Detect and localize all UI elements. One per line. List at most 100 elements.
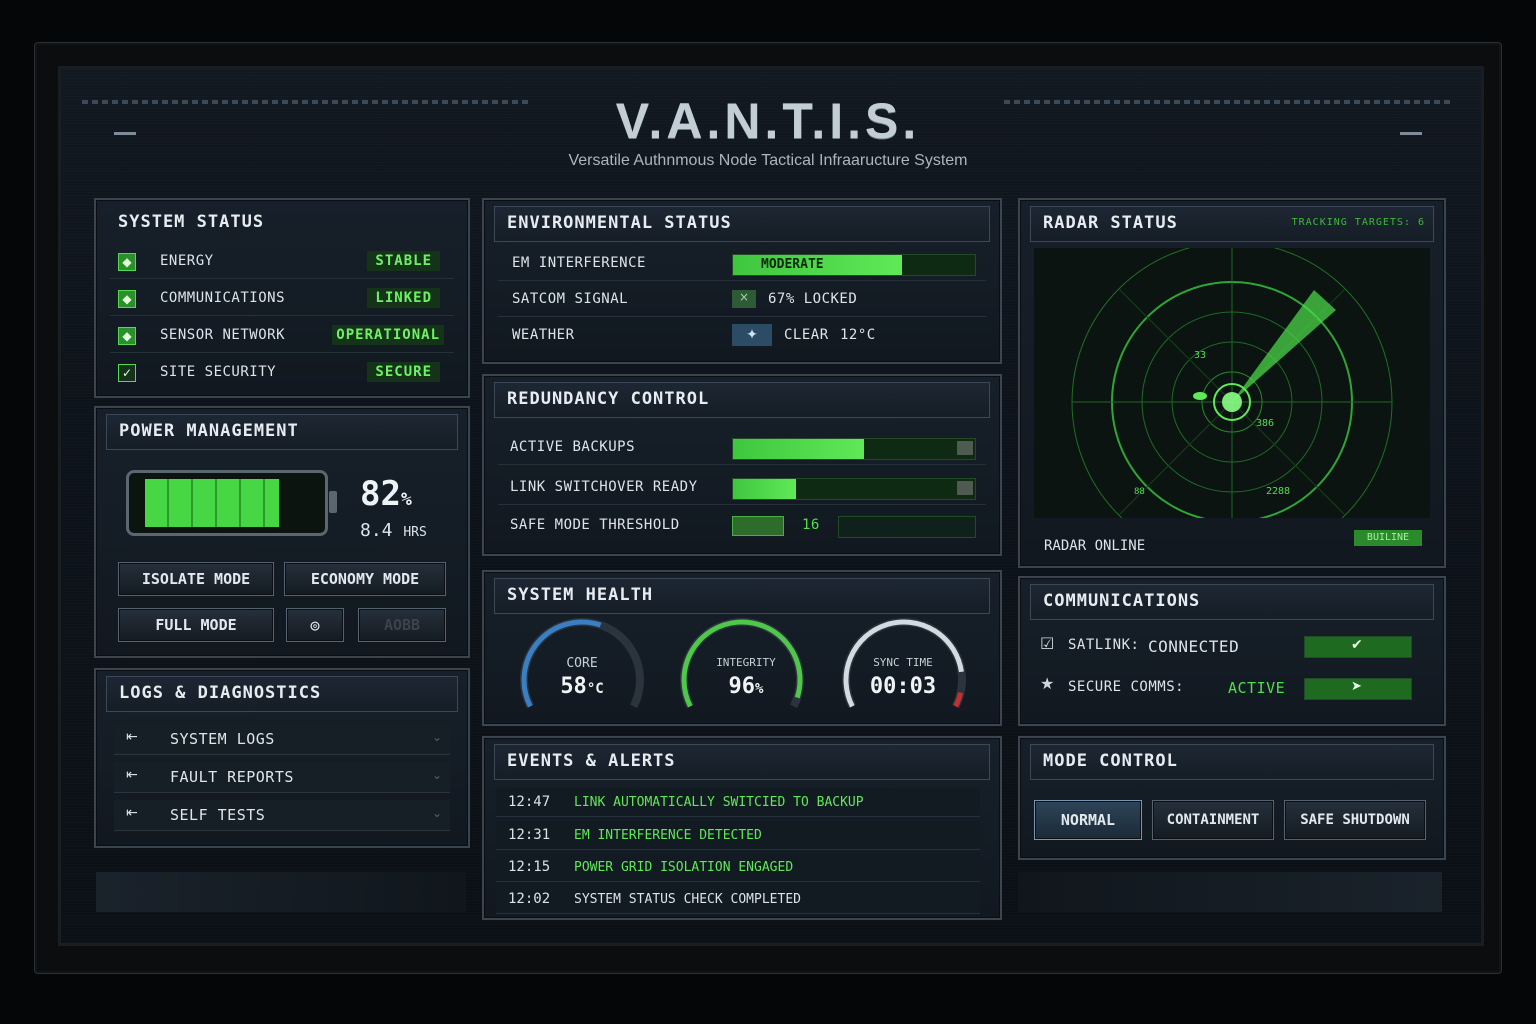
event-message: EM INTERFERENCE DETECTED — [574, 828, 762, 843]
event-row[interactable]: 12:15 POWER GRID ISOLATION ENGAGED — [496, 853, 980, 882]
event-row[interactable]: 12:02 SYSTEM STATUS CHECK COMPLETED — [496, 885, 980, 914]
radar-online-badge: BUILINE — [1354, 530, 1422, 546]
event-message: POWER GRID ISOLATION ENGAGED — [574, 860, 794, 875]
redundancy-label: ACTIVE BACKUPS — [510, 439, 636, 455]
event-row[interactable]: 12:47 LINK AUTOMATICALLY SWITCIED TO BACK… — [496, 788, 980, 817]
log-item-label: FAULT REPORTS — [170, 768, 294, 786]
safe-mode-threshold-bar — [838, 516, 976, 538]
status-row-communications: ◆ COMMUNICATIONS LINKED — [110, 283, 454, 316]
status-label: ENERGY — [160, 253, 214, 269]
log-enter-icon: ⇤ — [126, 767, 138, 783]
status-row-site-security: ✓ SITE SECURITY SECURE — [110, 357, 454, 389]
full-mode-button[interactable]: FULL MODE — [118, 608, 274, 642]
normal-mode-button[interactable]: NORMAL — [1034, 800, 1142, 840]
header: V.A.N.T.I.S. Versatile Authnmous Node Ta… — [78, 86, 1458, 178]
safe-mode-dropdown[interactable] — [732, 516, 784, 536]
panel-title: REDUNDANCY CONTROL — [507, 389, 710, 409]
radar-status-panel: RADAR STATUS TRACKING TARGETS: 6 33 386 … — [1018, 198, 1446, 568]
bottom-decor-right — [1018, 872, 1442, 912]
gauge-label-integrity: INTEGRITY — [716, 656, 776, 669]
secure-comms-label: SECURE COMMS: — [1068, 679, 1185, 695]
radar-scope: 33 386 2288 88 — [1034, 248, 1430, 518]
panel-title: SYSTEM HEALTH — [507, 585, 654, 605]
redundancy-row-safe-mode: SAFE MODE THRESHOLD 16 — [498, 510, 986, 542]
log-enter-icon: ⇤ — [126, 805, 138, 821]
status-badge: STABLE — [367, 251, 440, 271]
safe-mode-threshold-value: 16 — [802, 517, 820, 533]
status-label: SITE SECURITY — [160, 364, 277, 380]
panel-title: MODE CONTROL — [1043, 751, 1178, 771]
gauge-value-core: 58°C — [560, 674, 604, 699]
check-icon: ✔ — [1351, 637, 1363, 653]
containment-mode-button[interactable]: CONTAINMENT — [1152, 800, 1274, 840]
environmental-status-panel: ENVIRONMENTAL STATUS EM INTERFERENCE MOD… — [482, 198, 1002, 364]
bottom-decor-left — [96, 872, 466, 912]
status-row-sensor-network: ◆ SENSOR NETWORK OPERATIONAL — [110, 320, 454, 353]
weather-value: CLEAR — [784, 327, 829, 343]
svg-text:33: 33 — [1194, 350, 1206, 361]
log-item-label: SYSTEM LOGS — [170, 730, 275, 748]
panel-title: EVENTS & ALERTS — [507, 751, 676, 771]
env-row-satcom: SATCOM SIGNAL × 67% LOCKED — [498, 284, 986, 317]
secure-comms-value: ACTIVE — [1228, 679, 1286, 697]
log-enter-icon: ⇤ — [126, 729, 138, 745]
svg-text:2288: 2288 — [1266, 486, 1290, 497]
isolate-mode-button[interactable]: ISOLATE MODE — [118, 562, 274, 596]
log-item-system-logs[interactable]: ⇤ SYSTEM LOGS ⌄ — [114, 724, 450, 755]
active-backups-bar[interactable] — [732, 438, 976, 460]
app-title: V.A.N.T.I.S. — [615, 93, 921, 149]
event-row[interactable]: 12:31 EM INTERFERENCE DETECTED — [496, 821, 980, 850]
svg-text:386: 386 — [1256, 418, 1274, 429]
panel-title: RADAR STATUS — [1043, 213, 1178, 233]
system-health-panel: SYSTEM HEALTH CORE 58°C INTEGRITY 96% SY… — [482, 570, 1002, 726]
system-status-panel: SYSTEM STATUS ◆ ENERGY STABLE ◆ COMMUNIC… — [94, 198, 470, 398]
chevron-down-icon: ⌄ — [431, 768, 442, 782]
panel-title: LOGS & DIAGNOSTICS — [119, 683, 322, 703]
economy-mode-button[interactable]: ECONOMY MODE — [284, 562, 446, 596]
event-time: 12:02 — [508, 891, 551, 907]
status-row-energy: ◆ ENERGY STABLE — [110, 246, 454, 279]
event-message: LINK AUTOMATICALLY SWITCIED TO BACKUP — [574, 795, 864, 810]
secure-comms-row: ★ SECURE COMMS: ACTIVE ➤ — [1034, 672, 1430, 704]
power-toggle-button[interactable]: ◎ — [286, 608, 344, 642]
battery-percent: 82% — [360, 474, 412, 514]
events-alerts-panel: EVENTS & ALERTS 12:47 LINK AUTOMATICALLY … — [482, 736, 1002, 920]
star-icon: ★ — [1040, 674, 1055, 693]
gauge-label-sync-time: SYNC TIME — [873, 656, 933, 669]
satcom-value: 67% LOCKED — [768, 291, 858, 307]
chevron-down-icon: ⌄ — [431, 730, 442, 744]
disabled-mode-button[interactable]: AOBB — [358, 608, 446, 642]
satlink-row: ☑ SATLINK: CONNECTED ✔ — [1034, 630, 1430, 662]
battery-icon — [126, 470, 337, 536]
env-label: SATCOM SIGNAL — [512, 291, 629, 307]
satcom-x-icon: × — [732, 290, 756, 308]
satlink-label: SATLINK: — [1068, 637, 1140, 653]
em-interference-value: MODERATE — [761, 257, 824, 272]
env-label: WEATHER — [512, 327, 575, 343]
satlink-indicator: ✔ — [1304, 636, 1412, 658]
log-item-fault-reports[interactable]: ⇤ FAULT REPORTS ⌄ — [114, 762, 450, 793]
gauge-value-sync-time: 00:03 — [869, 674, 937, 699]
diamond-check-icon: ◆ — [118, 327, 136, 345]
redundancy-row-link-switchover: LINK SWITCHOVER READY — [498, 472, 986, 505]
redundancy-label: LINK SWITCHOVER READY — [510, 479, 698, 495]
panel-title: SYSTEM STATUS — [118, 212, 265, 232]
svg-text:88: 88 — [1134, 487, 1145, 497]
link-switchover-bar[interactable] — [732, 478, 976, 500]
tracking-targets: TRACKING TARGETS: 6 — [1291, 217, 1425, 228]
gauge-value-integrity: 96% — [728, 674, 764, 699]
env-row-weather: WEATHER ✦ CLEAR 12°C — [498, 320, 986, 352]
power-ring-icon: ◎ — [310, 616, 320, 634]
status-label: COMMUNICATIONS — [160, 290, 286, 306]
log-item-self-tests[interactable]: ⇤ SELF TESTS ⌄ — [114, 800, 450, 831]
redundancy-control-panel: REDUNDANCY CONTROL ACTIVE BACKUPS LINK S… — [482, 374, 1002, 556]
app-subtitle: Versatile Authnmous Node Tactical Infraa… — [568, 152, 968, 169]
radar-online-label: RADAR ONLINE — [1044, 538, 1146, 554]
safe-shutdown-button[interactable]: SAFE SHUTDOWN — [1284, 800, 1426, 840]
weather-temp: 12°C — [840, 327, 876, 343]
weather-sparkle-icon: ✦ — [732, 324, 772, 346]
env-row-em-interference: EM INTERFERENCE MODERATE — [498, 248, 986, 281]
event-message: SYSTEM STATUS CHECK COMPLETED — [574, 892, 801, 907]
secure-comms-indicator: ➤ — [1304, 678, 1412, 700]
communications-panel: COMMUNICATIONS ☑ SATLINK: CONNECTED ✔ ★ … — [1018, 576, 1446, 726]
